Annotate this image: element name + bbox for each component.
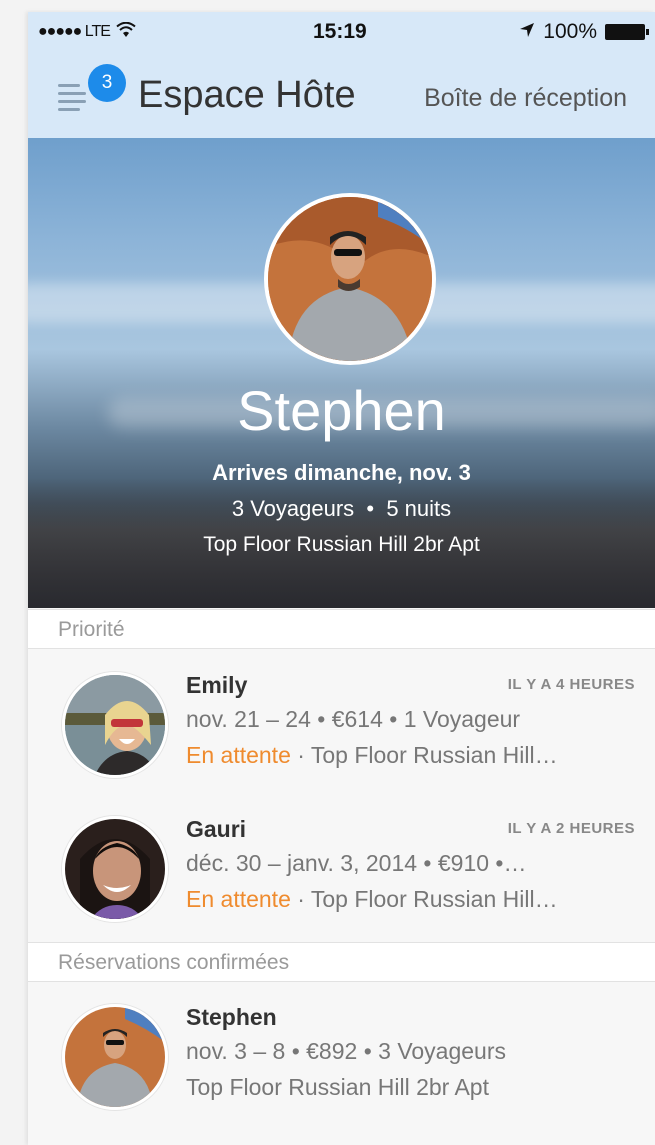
guest-name: Gauri <box>186 816 247 842</box>
notification-badge: 3 <box>88 64 126 102</box>
status-badge: En attente <box>186 742 291 768</box>
guest-count: 3 Voyageurs <box>231 496 355 521</box>
guest-name: Stephen <box>237 379 446 442</box>
reservation-status-line: En attente · Top Floor Russian Hill… <box>186 886 558 913</box>
stay-summary: 3 Voyageurs • 5 nuits <box>28 496 655 522</box>
wifi-icon <box>116 20 136 44</box>
status-right: 100% <box>519 20 649 44</box>
status-left: ●●●●● LTE <box>38 20 136 44</box>
list-item[interactable]: Gauri IL Y A 2 HEURES déc. 30 – janv. 3,… <box>28 794 655 934</box>
listing-name: Top Floor Russian Hill 2br Apt <box>203 533 480 556</box>
list-item[interactable]: Emily IL Y A 4 HEURES nov. 21 – 24 • €61… <box>28 650 655 790</box>
menu-button[interactable] <box>58 74 92 114</box>
section-header-confirmed: Réservations confirmées <box>28 942 655 982</box>
separator: • <box>366 496 375 521</box>
signal-indicator: ●●●●● LTE <box>38 23 111 40</box>
app-screen: ●●●●● LTE 15:19 100% 3 Espace Hôte Boîte… <box>28 12 655 1145</box>
guest-avatar <box>264 193 436 365</box>
page-title: Espace Hôte <box>138 74 356 116</box>
battery-icon <box>605 24 649 40</box>
upcoming-guest-hero[interactable]: Stephen Arrives dimanche, nov. 3 3 Voyag… <box>28 138 655 608</box>
arrival-date: Arrives dimanche, nov. 3 <box>212 460 471 485</box>
clock: 15:19 <box>313 20 367 43</box>
night-count: 5 nuits <box>386 496 452 521</box>
listing-name: · Top Floor Russian Hill… <box>290 742 558 768</box>
status-bar: ●●●●● LTE 15:19 100% <box>28 18 655 50</box>
avatar <box>62 1004 168 1110</box>
inbox-link[interactable]: Boîte de réception <box>424 84 627 113</box>
reservation-status-line: En attente · Top Floor Russian Hill… <box>186 742 558 769</box>
time-ago: IL Y A 4 HEURES <box>507 676 635 693</box>
nav-bar: 3 Espace Hôte Boîte de réception <box>28 64 655 126</box>
guest-name: Emily <box>186 672 248 698</box>
top-bar: ●●●●● LTE 15:19 100% 3 Espace Hôte Boîte… <box>28 12 655 139</box>
listing-name: Top Floor Russian Hill 2br Apt <box>186 1074 489 1100</box>
listing-name: · Top Floor Russian Hill… <box>290 886 558 912</box>
time-ago: IL Y A 2 HEURES <box>507 820 635 837</box>
list-item[interactable]: Stephen nov. 3 – 8 • €892 • 3 Voyageurs … <box>28 982 655 1122</box>
location-arrow-icon <box>519 20 535 44</box>
section-header-priority: Priorité <box>28 609 655 649</box>
reservation-details: nov. 3 – 8 • €892 • 3 Voyageurs <box>186 1038 507 1064</box>
guest-name: Stephen <box>186 1004 277 1030</box>
avatar <box>62 816 168 922</box>
battery-percent: 100% <box>543 20 597 43</box>
avatar <box>62 672 168 778</box>
status-badge: En attente <box>186 886 291 912</box>
reservation-details: déc. 30 – janv. 3, 2014 • €910 •… <box>186 850 527 876</box>
reservation-details: nov. 21 – 24 • €614 • 1 Voyageur <box>186 706 521 732</box>
